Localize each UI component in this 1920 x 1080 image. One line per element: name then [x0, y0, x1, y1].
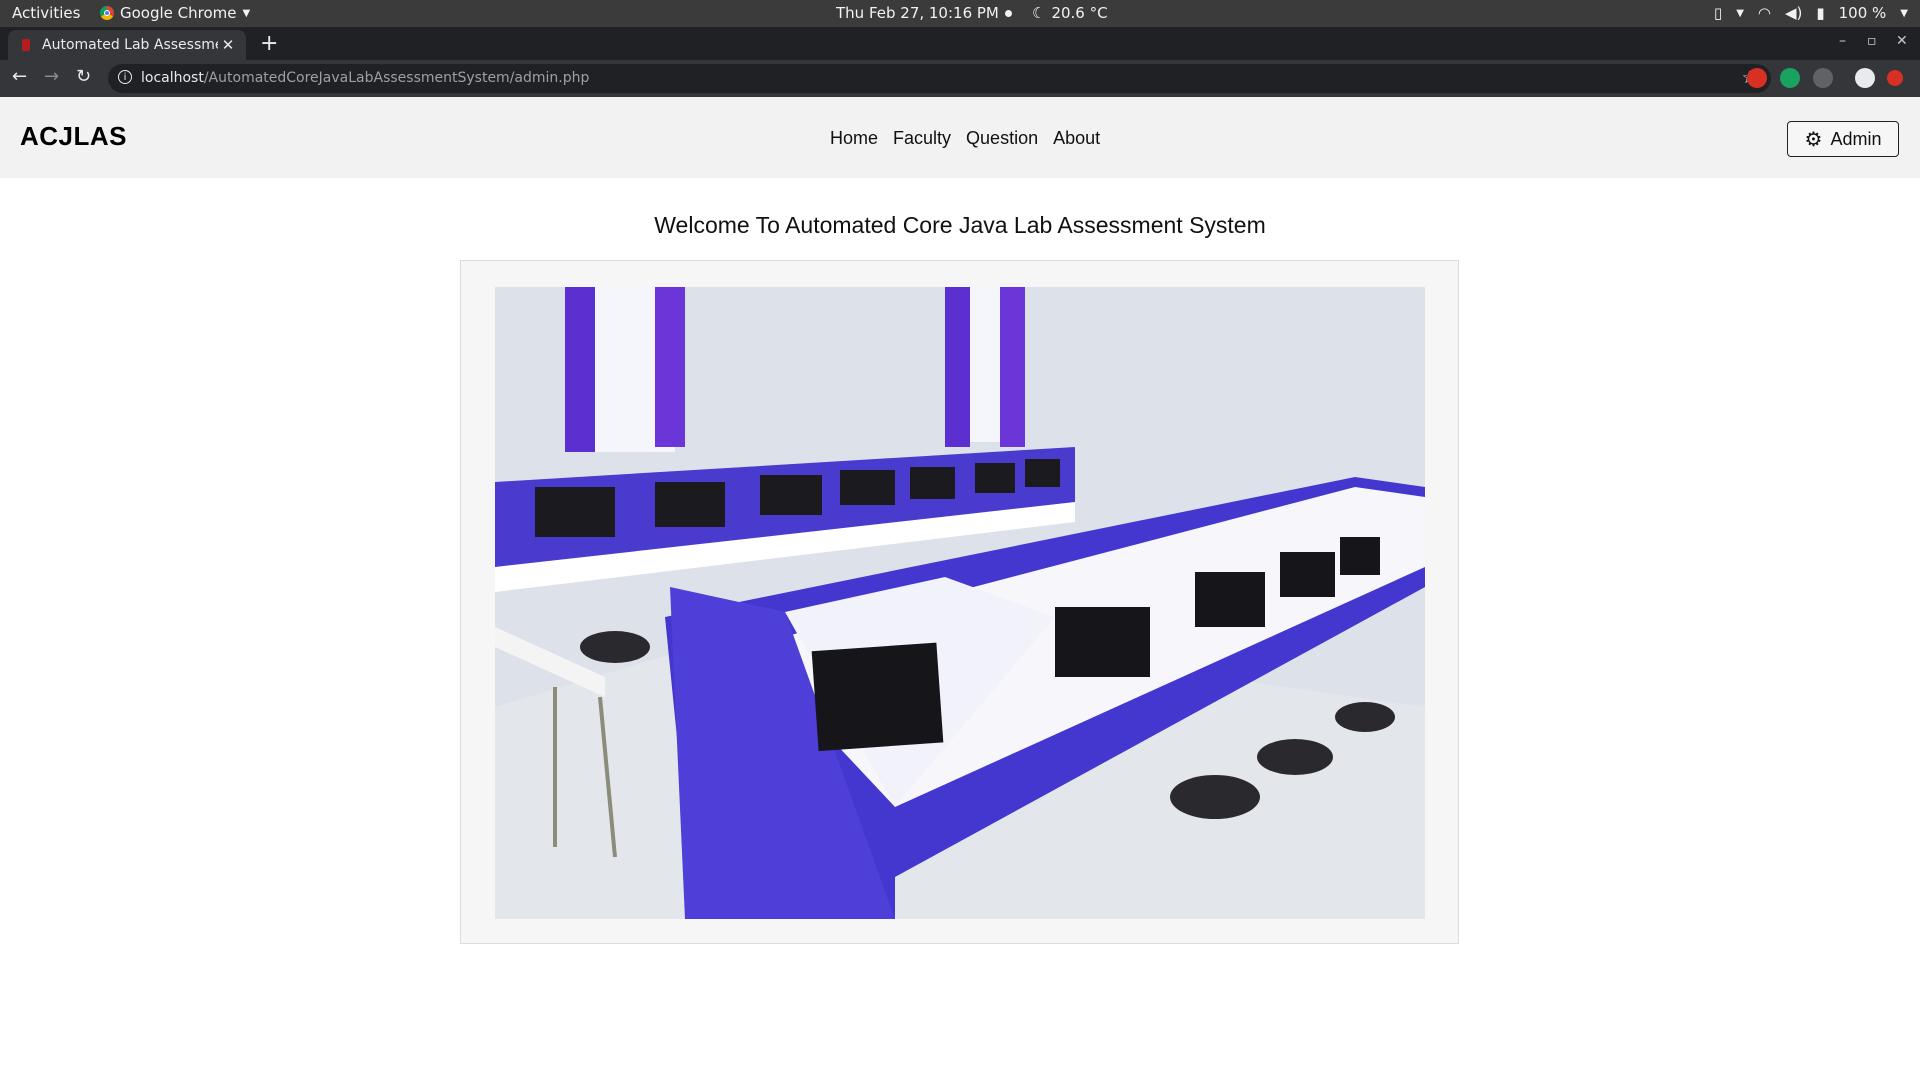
computer-lab-illustration — [495, 287, 1425, 919]
page-heading: Welcome To Automated Core Java Lab Asses… — [654, 212, 1266, 238]
site-brand[interactable]: ACJLAS — [20, 121, 127, 152]
admin-button[interactable]: ⚙ Admin — [1787, 121, 1899, 157]
gear-icon: ⚙ — [1804, 128, 1823, 151]
chrome-icon — [100, 6, 114, 20]
new-tab-button[interactable]: + — [260, 31, 278, 56]
system-tray[interactable]: ▯ ▼ ◠ ◀) ▮ 100 % ▼ — [1714, 4, 1908, 22]
browser-toolbar: ← → ↻ i localhost/AutomatedCoreJavaLabAs… — [0, 60, 1920, 97]
wifi-icon: ◠ — [1757, 4, 1771, 22]
extension-alert-icon[interactable] — [1887, 70, 1903, 86]
extension-gray-icon[interactable] — [1813, 68, 1833, 88]
battery-percent: 100 % — [1838, 4, 1887, 22]
tab-strip: Automated Lab Assessme ✕ — [0, 27, 1920, 60]
clipboard-icon: ▯ — [1713, 4, 1723, 22]
site-navbar: ACJLAS Home Faculty Question About ⚙ Adm… — [0, 97, 1920, 178]
close-window-icon[interactable]: ✕ — [1896, 33, 1908, 49]
image-card — [460, 260, 1459, 944]
weather-text: 20.6 °C — [1051, 4, 1108, 22]
os-top-bar: Activities Google Chrome ▼ Thu Feb 27, 1… — [0, 0, 1920, 27]
computer-lab-photo — [495, 287, 1425, 919]
volume-icon: ◀) — [1784, 4, 1803, 22]
tab-title: Automated Lab Assessme — [42, 37, 218, 53]
favicon-icon — [22, 39, 30, 51]
url-host: localhost — [141, 70, 204, 86]
nav-link-home[interactable]: Home — [830, 128, 878, 149]
extension-red-icon[interactable] — [1747, 68, 1767, 88]
reload-icon[interactable]: ↻ — [76, 66, 91, 87]
app-menu[interactable]: Google Chrome ▼ — [100, 4, 250, 22]
weather-indicator[interactable]: ☾ 20.6 °C — [1032, 4, 1108, 22]
close-tab-icon[interactable]: ✕ — [218, 36, 238, 54]
minimize-icon[interactable]: – — [1839, 33, 1846, 49]
clock[interactable]: Thu Feb 27, 10:16 PM — [836, 4, 1012, 22]
url-text[interactable]: localhost/AutomatedCoreJavaLabAssessment… — [141, 70, 589, 86]
chevron-down-icon: ▼ — [1736, 7, 1744, 19]
notification-dot-icon — [1004, 9, 1012, 17]
browser-tab[interactable]: Automated Lab Assessme ✕ — [8, 30, 246, 60]
app-name: Google Chrome — [120, 4, 237, 22]
address-bar[interactable]: i localhost/AutomatedCoreJavaLabAssessme… — [108, 64, 1771, 93]
battery-icon: ▮ — [1816, 4, 1825, 22]
nav-link-about[interactable]: About — [1053, 128, 1100, 149]
admin-button-label: Admin — [1830, 128, 1882, 149]
forward-icon[interactable]: → — [44, 66, 59, 87]
clock-text: Thu Feb 27, 10:16 PM — [836, 4, 999, 22]
weather-icon: ☾ — [1032, 4, 1046, 22]
url-path: /AutomatedCoreJavaLabAssessmentSystem/ad… — [203, 70, 590, 86]
nav-links: Home Faculty Question About — [830, 128, 1100, 149]
activities-button[interactable]: Activities — [12, 4, 80, 22]
maximize-icon[interactable]: ▫ — [1867, 33, 1877, 49]
nav-link-question[interactable]: Question — [966, 128, 1038, 149]
page-content: ACJLAS Home Faculty Question About ⚙ Adm… — [0, 97, 1920, 1080]
chevron-down-icon: ▼ — [242, 7, 251, 19]
info-icon[interactable]: i — [118, 70, 132, 84]
chevron-down-icon: ▼ — [1900, 7, 1908, 19]
extension-green-icon[interactable] — [1780, 68, 1800, 88]
nav-link-faculty[interactable]: Faculty — [893, 128, 951, 149]
profile-avatar[interactable] — [1855, 68, 1875, 88]
back-icon[interactable]: ← — [12, 66, 27, 87]
